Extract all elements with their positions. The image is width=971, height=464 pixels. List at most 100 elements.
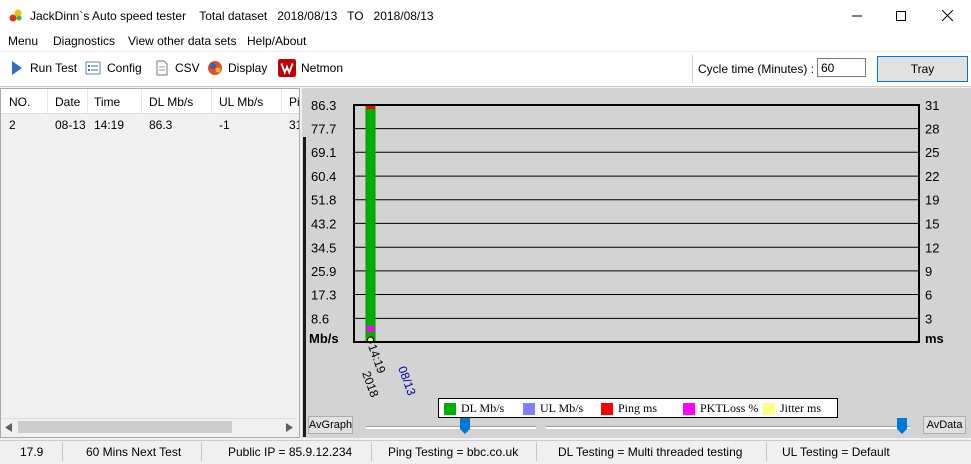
avdata-button[interactable]: AvData — [923, 416, 966, 434]
status-dl-testing: DL Testing = Multi threaded testing — [558, 445, 743, 459]
legend-swatch — [683, 402, 695, 415]
legend-label: DL Mb/s — [461, 401, 505, 415]
status-next-test: 60 Mins Next Test — [86, 445, 182, 459]
run-test-button[interactable]: Run Test — [9, 59, 77, 77]
csv-label: CSV — [175, 61, 200, 75]
legend-item: DL Mb/s — [444, 401, 504, 416]
x-tick-date: 08/13 — [395, 364, 419, 397]
config-icon — [85, 61, 101, 75]
right-tick-label: 9 — [925, 264, 932, 279]
cell-time: 14:19 — [94, 118, 125, 132]
table-horizontal-scrollbar[interactable] — [1, 418, 297, 436]
minimize-button[interactable] — [834, 0, 880, 31]
legend-swatch — [763, 402, 775, 415]
close-icon — [941, 10, 953, 21]
right-tick-label: 19 — [925, 193, 939, 208]
tray-button[interactable]: Tray — [877, 56, 968, 82]
legend-label: Jitter ms — [780, 401, 821, 415]
maximize-icon — [896, 10, 906, 21]
display-button[interactable]: Display — [207, 59, 267, 77]
right-tick-label: 25 — [925, 145, 939, 160]
right-tick-label: 3 — [925, 311, 932, 326]
csv-button[interactable]: CSV — [154, 59, 200, 77]
right-tick-label: 12 — [925, 240, 939, 255]
legend-item: Ping ms — [601, 401, 657, 416]
range-end-slider-track[interactable] — [546, 426, 910, 429]
play-icon — [12, 61, 22, 75]
right-tick-label: 22 — [925, 169, 939, 184]
bar-dl[interactable] — [365, 104, 376, 343]
left-tick-label: 34.5 — [311, 240, 336, 255]
cell-dl: 86.3 — [149, 118, 173, 132]
status-speed: 17.9 — [20, 445, 44, 459]
netmon-icon — [278, 59, 296, 77]
netmon-label: Netmon — [301, 61, 344, 75]
results-table[interactable]: NO. Date Time DL Mb/s UL Mb/s Pi 2 08-13… — [0, 88, 300, 438]
avgraph-button[interactable]: AvGraph — [308, 416, 353, 434]
cell-ping: 31 — [289, 118, 299, 132]
left-tick-label: 69.1 — [311, 145, 336, 160]
right-tick-label: 28 — [925, 122, 939, 137]
column-header-date[interactable]: Date — [55, 95, 80, 109]
right-tick-label: 31 — [925, 98, 939, 113]
status-public-ip: Public IP = 85.9.12.234 — [228, 445, 353, 459]
status-ping-testing: Ping Testing = bbc.co.uk — [388, 445, 519, 459]
legend-swatch — [601, 402, 613, 415]
range-end-slider-thumb[interactable] — [897, 418, 907, 434]
left-axis-unit: Mb/s — [309, 331, 339, 346]
run-test-label: Run Test — [30, 61, 78, 75]
display-label: Display — [228, 61, 268, 75]
legend-item: UL Mb/s — [523, 401, 583, 416]
scrollbar-thumb[interactable] — [18, 421, 232, 433]
legend-label: PKTLoss % — [700, 401, 759, 415]
column-header-no[interactable]: NO. — [9, 95, 30, 109]
left-tick-label: 77.7 — [311, 122, 336, 137]
column-header-dl[interactable]: DL Mb/s — [149, 95, 193, 109]
minimize-icon — [852, 15, 862, 16]
left-tick-label: 43.2 — [311, 216, 336, 231]
cell-date: 08-13 — [55, 118, 86, 132]
left-tick-label: 25.9 — [311, 264, 336, 279]
left-tick-label: 86.3 — [311, 98, 336, 113]
column-header-ping[interactable]: Pi — [289, 95, 299, 109]
range-start-slider-track[interactable] — [366, 426, 536, 429]
display-icon — [208, 61, 222, 75]
right-tick-label: 15 — [925, 216, 939, 231]
legend-item: Jitter ms — [763, 401, 821, 416]
left-tick-label: 60.4 — [311, 169, 336, 184]
close-button[interactable] — [924, 0, 970, 31]
right-tick-label: 6 — [925, 287, 932, 302]
legend-label: Ping ms — [618, 401, 658, 415]
chart-legend: DL Mb/s UL Mb/s Ping ms PKTLoss % Jitter ms — [438, 398, 838, 418]
cell-ul: -1 — [219, 118, 230, 132]
speed-chart: 86.377.769.160.451.843.234.525.917.38.6 … — [309, 98, 944, 398]
maximize-button[interactable] — [878, 0, 924, 31]
legend-item: PKTLoss % — [683, 401, 758, 416]
legend-swatch — [523, 402, 535, 415]
app-icon — [9, 9, 22, 22]
range-start-slider-thumb[interactable] — [460, 418, 470, 434]
legend-swatch — [444, 402, 456, 415]
config-label: Config — [107, 61, 142, 75]
menu-diagnostics[interactable]: Diagnostics — [53, 34, 115, 48]
status-ul-testing: UL Testing = Default — [782, 445, 890, 459]
left-tick-label: 8.6 — [311, 311, 329, 326]
window-title: JackDinn`s Auto speed tester Total datas… — [30, 9, 434, 23]
cell-no: 2 — [9, 118, 16, 132]
menu-menu[interactable]: Menu — [8, 34, 38, 48]
legend-label: UL Mb/s — [540, 401, 584, 415]
menu-help-about[interactable]: Help/About — [247, 34, 306, 48]
scroll-left-icon[interactable] — [5, 423, 13, 432]
right-axis-unit: ms — [925, 331, 944, 346]
table-header: NO. Date Time DL Mb/s UL Mb/s Pi — [1, 89, 299, 114]
column-header-time[interactable]: Time — [94, 95, 120, 109]
left-tick-label: 51.8 — [311, 193, 336, 208]
cycle-time-input[interactable] — [817, 58, 866, 77]
menu-view-other-data-sets[interactable]: View other data sets — [128, 34, 237, 48]
column-header-ul[interactable]: UL Mb/s — [219, 95, 263, 109]
config-button[interactable]: Config — [84, 59, 142, 77]
scroll-right-icon[interactable] — [285, 423, 293, 432]
left-tick-label: 17.3 — [311, 287, 336, 302]
netmon-button[interactable]: Netmon — [278, 59, 343, 77]
bar-pktloss-marker[interactable] — [367, 326, 374, 332]
